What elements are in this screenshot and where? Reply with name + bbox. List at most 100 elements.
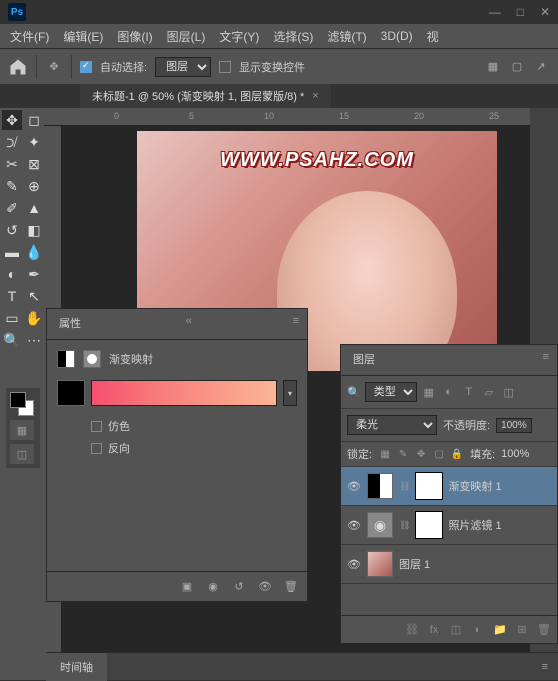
delete-layer-icon[interactable]: 🗑 [537,623,551,637]
add-mask-icon[interactable]: ◫ [449,623,463,637]
history-brush-tool[interactable]: ↺ [2,220,22,240]
hand-tool[interactable]: ✋ [24,308,44,328]
minimize-button[interactable]: — [489,5,501,19]
auto-select-target[interactable]: 图层 [155,57,211,77]
dodge-tool[interactable]: ◐ [2,264,22,284]
layer-item[interactable]: 👁 ⛓ 照片滤镜 1 [341,506,557,545]
healing-tool[interactable]: ⊕ [24,176,44,196]
opacity-value[interactable]: 100% [496,418,532,433]
filter-adjustment-icon[interactable]: ◐ [441,384,457,400]
stamp-tool[interactable]: ▲ [24,198,44,218]
layer-thumbnail[interactable] [367,473,393,499]
visibility-icon[interactable]: 👁 [347,519,361,532]
lock-position-icon[interactable]: ✥ [414,447,428,461]
menu-3d[interactable]: 3D(D) [375,27,419,45]
clip-to-layer-icon[interactable]: ▣ [179,579,195,595]
layer-item[interactable]: 👁 图层 1 [341,545,557,584]
new-layer-icon[interactable]: ⊞ [515,623,529,637]
3d-mode-icon[interactable]: ▢ [508,58,526,76]
close-tab-icon[interactable]: × [312,90,318,102]
toggle-visibility-icon[interactable]: 👁 [257,579,273,595]
menu-layer[interactable]: 图层(L) [161,26,212,47]
frame-tool[interactable]: ⊠ [24,154,44,174]
eraser-tool[interactable]: ◧ [24,220,44,240]
filter-pixel-icon[interactable]: ▦ [421,384,437,400]
home-icon[interactable] [8,57,28,77]
close-button[interactable]: ✕ [540,5,550,19]
filter-shape-icon[interactable]: ▱ [481,384,497,400]
mask-thumbnail[interactable] [416,473,442,499]
filter-type-select[interactable]: 类型 [365,382,417,402]
show-transform-checkbox[interactable] [219,61,231,73]
properties-tab[interactable]: 属性 [47,309,93,339]
layer-thumbnail[interactable] [367,551,393,577]
shape-tool[interactable]: ▭ [2,308,22,328]
filter-smart-icon[interactable]: ◫ [501,384,517,400]
move-tool-icon[interactable]: ✥ [45,58,63,76]
marquee-tool[interactable]: ◻ [24,110,44,130]
move-tool[interactable]: ✥ [2,110,22,130]
reset-icon[interactable]: ↺ [231,579,247,595]
panel-menu-icon[interactable]: ≡ [532,661,558,673]
view-previous-icon[interactable]: ◉ [205,579,221,595]
blend-mode-select[interactable]: 柔光 [347,415,437,435]
mask-thumbnail[interactable] [416,512,442,538]
layer-name[interactable]: 渐变映射 1 [448,478,501,494]
foreground-background-colors[interactable] [10,392,34,416]
lock-artboard-icon[interactable]: ▢ [432,447,446,461]
zoom-tool[interactable]: 🔍 [2,330,22,350]
layers-tab[interactable]: 图层 [341,345,387,375]
panel-menu-icon[interactable]: ≡ [535,345,557,375]
menu-edit[interactable]: 编辑(E) [57,26,109,47]
foreground-color[interactable] [10,392,26,408]
lock-transparency-icon[interactable]: ▦ [378,447,392,461]
edit-toolbar[interactable]: ⋯ [24,330,44,350]
brush-tool[interactable]: ✐ [2,198,22,218]
align-icon[interactable]: ▦ [484,58,502,76]
lock-all-icon[interactable]: 🔒 [450,447,464,461]
pen-tool[interactable]: ✒ [24,264,44,284]
mask-icon[interactable] [83,350,101,368]
link-layers-icon[interactable]: ⛓ [405,623,419,637]
timeline-tab[interactable]: 时间轴 [46,653,107,681]
menu-type[interactable]: 文字(Y) [213,26,265,47]
visibility-icon[interactable]: 👁 [347,480,361,493]
reverse-checkbox[interactable] [91,443,102,454]
new-group-icon[interactable]: 📁 [493,623,507,637]
gradient-preview[interactable] [91,380,277,406]
menu-filter[interactable]: 滤镜(T) [321,26,372,47]
filter-type-icon[interactable]: T [461,384,477,400]
panel-collapse-icon[interactable]: « [178,309,200,339]
crop-tool[interactable]: ✂ [2,154,22,174]
visibility-icon[interactable]: 👁 [347,558,361,571]
path-tool[interactable]: ↖ [24,286,44,306]
type-tool[interactable]: T [2,286,22,306]
layer-style-icon[interactable]: fx [427,623,441,637]
layer-name[interactable]: 照片滤镜 1 [448,517,501,533]
menu-view[interactable]: 视 [421,26,445,47]
lock-pixels-icon[interactable]: ✎ [396,447,410,461]
layer-thumbnail[interactable] [367,512,393,538]
color-swatch[interactable] [57,380,85,406]
gradient-dropdown[interactable]: ▾ [283,380,297,406]
lasso-tool[interactable]: ⟉ [2,132,22,152]
gradient-tool[interactable]: ▬ [2,242,22,262]
collapsed-panel-icon[interactable]: ◫ [10,444,34,464]
menu-file[interactable]: 文件(F) [4,26,55,47]
share-icon[interactable]: ↗ [532,58,550,76]
maximize-button[interactable]: □ [517,5,524,19]
eyedropper-tool[interactable]: ✎ [2,176,22,196]
search-icon[interactable]: 🔍 [347,386,361,399]
panel-menu-icon[interactable]: ≡ [285,309,307,339]
layer-name[interactable]: 图层 1 [399,556,430,572]
menu-select[interactable]: 选择(S) [267,26,319,47]
collapsed-panel-icon[interactable]: ▦ [10,420,34,440]
auto-select-checkbox[interactable] [80,61,92,73]
dither-checkbox[interactable] [91,421,102,432]
layer-item[interactable]: 👁 ⛓ 渐变映射 1 [341,467,557,506]
blur-tool[interactable]: 💧 [24,242,44,262]
delete-icon[interactable]: 🗑 [283,579,299,595]
menu-image[interactable]: 图像(I) [111,26,158,47]
magic-wand-tool[interactable]: ✦ [24,132,44,152]
fill-value[interactable]: 100% [501,448,529,460]
